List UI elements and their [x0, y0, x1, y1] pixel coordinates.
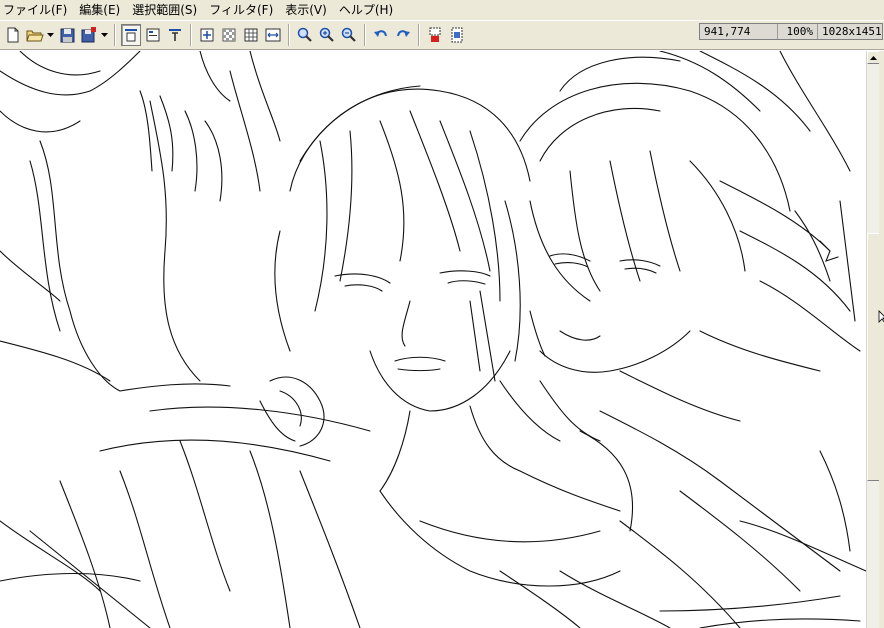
vertical-scrollbar[interactable]	[866, 51, 880, 628]
transparency-checker-icon[interactable]	[219, 24, 239, 46]
new-file-icon[interactable]	[3, 24, 23, 46]
layer-red-icon[interactable]	[425, 24, 445, 46]
cursor-coordinates: 941,774	[700, 24, 778, 39]
mouse-cursor-icon	[878, 310, 884, 323]
align-text-icon[interactable]	[165, 24, 185, 46]
menu-bar: ファイル(F) 編集(E) 選択範囲(S) フィルタ(F) 表示(V) ヘルプ(…	[0, 0, 884, 20]
layer-blue-icon[interactable]	[447, 24, 467, 46]
menu-view[interactable]: 表示(V)	[279, 0, 333, 20]
zoom-in-icon[interactable]	[317, 24, 337, 46]
save-icon[interactable]	[57, 24, 77, 46]
toolbar-separator	[364, 24, 366, 46]
zoom-out-icon[interactable]	[339, 24, 359, 46]
zoom-search-icon[interactable]	[295, 24, 315, 46]
toolbar-separator	[190, 24, 192, 46]
save-dropdown-icon[interactable]	[100, 24, 108, 46]
toolbar-separator	[418, 24, 420, 46]
menu-file[interactable]: ファイル(F)	[0, 0, 73, 20]
align-top-icon[interactable]	[121, 24, 141, 46]
redo-icon[interactable]	[393, 24, 413, 46]
open-folder-icon[interactable]	[25, 24, 45, 46]
window-edge	[879, 51, 884, 628]
open-dropdown-icon[interactable]	[46, 24, 54, 46]
status-readouts: 941,774 100% 1028x1451	[699, 23, 883, 40]
chevron-up-icon	[870, 55, 877, 60]
sketch-artwork	[0, 51, 866, 628]
fit-width-icon[interactable]	[263, 24, 283, 46]
save-as-icon[interactable]	[79, 24, 99, 46]
undo-icon[interactable]	[371, 24, 391, 46]
toolbar-separator	[288, 24, 290, 46]
grid-icon[interactable]	[241, 24, 261, 46]
zoom-level: 100%	[778, 24, 818, 39]
menu-filter[interactable]: フィルタ(F)	[203, 0, 279, 20]
menu-help[interactable]: ヘルプ(H)	[333, 0, 399, 20]
fit-window-icon[interactable]	[197, 24, 217, 46]
toolbar-separator	[114, 24, 116, 46]
align-center-icon[interactable]	[143, 24, 163, 46]
menu-edit[interactable]: 編集(E)	[73, 0, 126, 20]
menu-selection[interactable]: 選択範囲(S)	[126, 0, 203, 20]
image-size: 1028x1451	[822, 25, 882, 38]
drawing-canvas[interactable]	[0, 51, 866, 628]
